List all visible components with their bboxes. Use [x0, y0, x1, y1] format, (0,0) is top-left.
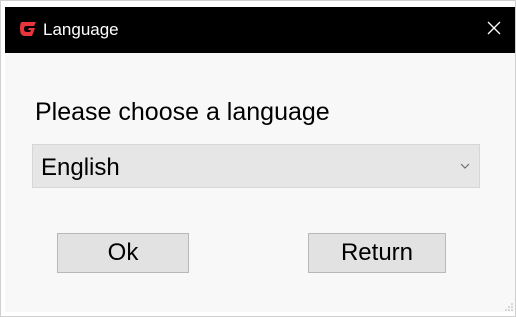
window-title: Language: [43, 20, 119, 39]
return-button[interactable]: Return: [308, 233, 446, 273]
ok-button[interactable]: Ok: [57, 233, 189, 273]
language-select-value: English: [41, 154, 120, 181]
language-dialog: Language Please choose a language Englis…: [0, 0, 516, 317]
app-logo-icon: [19, 21, 37, 37]
close-button[interactable]: [471, 7, 515, 53]
chevron-down-icon: [459, 159, 471, 171]
title-bar: Language: [5, 7, 515, 53]
close-icon: [487, 21, 501, 40]
resize-grip-icon[interactable]: [504, 299, 514, 311]
dialog-body: Please choose a language English Ok Retu…: [5, 53, 515, 312]
language-select[interactable]: English: [32, 144, 480, 188]
language-prompt: Please choose a language: [35, 98, 330, 126]
